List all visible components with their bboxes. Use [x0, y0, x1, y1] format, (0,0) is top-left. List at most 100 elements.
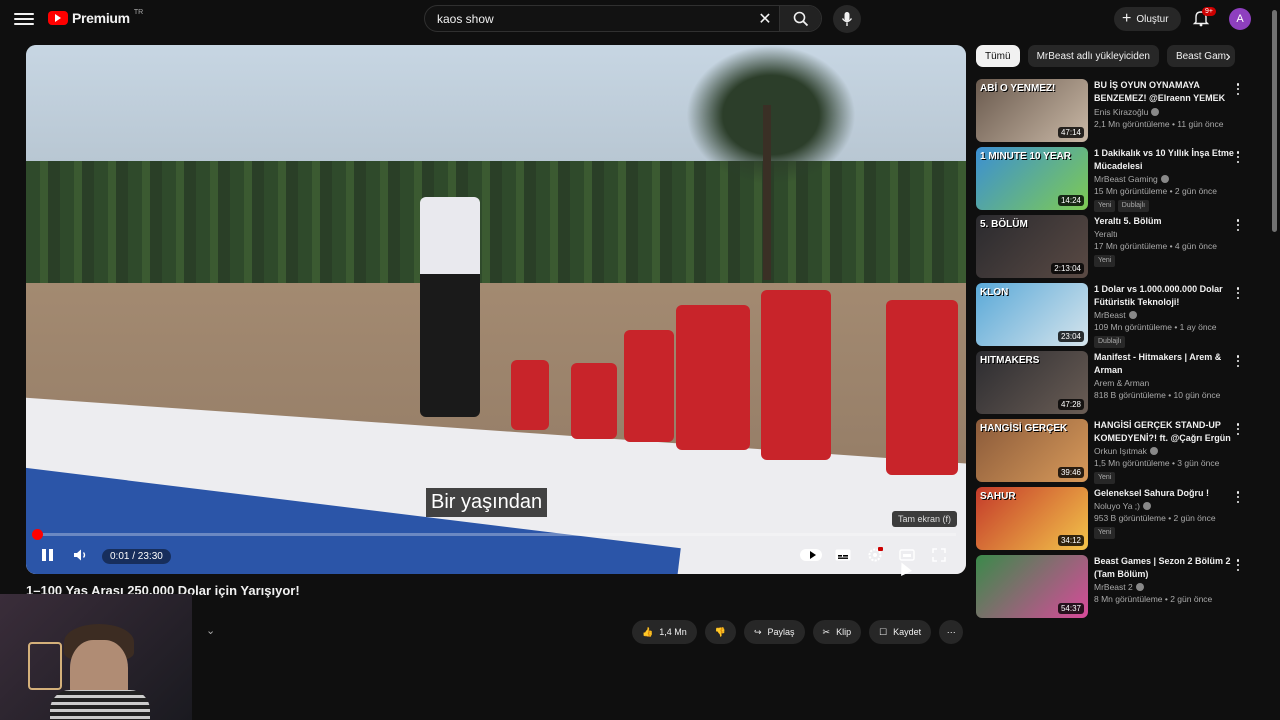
volume-button[interactable]	[68, 543, 94, 567]
recommendation-item[interactable]: SAHUR 34:12 Geleneksel Sahura Doğru ! No…	[976, 487, 1252, 552]
video-thumbnail[interactable]: 5. BÖLÜM 2:13:04	[976, 215, 1088, 278]
more-options-icon[interactable]	[1236, 287, 1240, 299]
video-meta: BU İŞ OYUN OYNAMAYA BENZEMEZ! @Elraenn Y…	[1094, 79, 1234, 144]
channel-name[interactable]: MrBeast 2	[1094, 582, 1133, 592]
more-options-icon[interactable]	[1236, 559, 1240, 571]
fullscreen-button[interactable]	[926, 543, 952, 567]
subscribe-menu-chevron-icon[interactable]: ⌄	[206, 624, 215, 637]
video-player[interactable]: Bir yaşından Tam ekran (f) 0:01 / 23:30	[26, 45, 966, 574]
video-stats: 2,1 Mn görüntüleme • 11 gün önce	[1094, 119, 1224, 130]
autoplay-toggle-icon	[800, 549, 822, 561]
video-title[interactable]: HANGİSİ GERÇEK STAND-UP KOMEDYENİ?! ft. …	[1094, 419, 1234, 445]
video-title[interactable]: Geleneksel Sahura Doğru !	[1094, 487, 1234, 500]
video-stats: 17 Mn görüntüleme • 4 gün önce	[1094, 241, 1218, 252]
chip-all[interactable]: Tümü	[976, 45, 1020, 67]
video-title[interactable]: Beast Games | Sezon 2 Bölüm 2 (Tam Bölüm…	[1094, 555, 1234, 581]
more-options-icon[interactable]	[1236, 491, 1240, 503]
share-icon: ↪	[753, 626, 762, 637]
video-frame-child	[511, 360, 549, 430]
chip-from-uploader[interactable]: MrBeast adlı yükleyiciden	[1027, 45, 1159, 67]
recommendation-item[interactable]: ABİ O YENMEZ! 47:14 BU İŞ OYUN OYNAMAYA …	[976, 79, 1252, 144]
channel-name[interactable]: Yeraltı	[1094, 229, 1118, 239]
channel-name[interactable]: MrBeast Gaming	[1094, 174, 1158, 184]
tag-row: Yeni	[1094, 470, 1234, 484]
autoplay-toggle[interactable]	[798, 543, 824, 567]
more-options-icon[interactable]	[1236, 219, 1240, 231]
video-title[interactable]: Yeraltı 5. Bölüm	[1094, 215, 1234, 228]
recommendation-item[interactable]: HITMAKERS 47:28 Manifest - Hitmakers | A…	[976, 351, 1252, 416]
search-input[interactable]	[425, 11, 751, 26]
account-avatar[interactable]: A	[1229, 8, 1251, 30]
video-thumbnail[interactable]: ABİ O YENMEZ! 47:14	[976, 79, 1088, 142]
more-options-icon[interactable]	[1236, 151, 1240, 163]
clear-search-icon[interactable]: ✕	[751, 9, 779, 29]
channel-name[interactable]: Noluyo Ya ;)	[1094, 501, 1140, 511]
recommendation-item[interactable]: 5. BÖLÜM 2:13:04 Yeraltı 5. Bölüm Yeralt…	[976, 215, 1252, 280]
share-button[interactable]: ↪ Paylaş	[743, 620, 805, 644]
settings-button[interactable]	[862, 543, 888, 567]
scrollbar-thumb[interactable]	[1272, 10, 1277, 232]
chevron-right-icon[interactable]: ›	[1220, 48, 1236, 66]
logo-text: Premium	[72, 10, 130, 26]
verified-icon	[1135, 583, 1144, 592]
video-stats: 109 Mn görüntüleme • 1 ay önce	[1094, 322, 1217, 333]
video-thumbnail[interactable]: KLON 23:04	[976, 283, 1088, 346]
channel-name[interactable]: Enis Kirazoğlu	[1094, 107, 1148, 117]
share-label: Paylaş	[767, 627, 795, 637]
youtube-premium-logo[interactable]: Premium TR	[48, 9, 143, 26]
recommendation-item[interactable]: 1 MINUTE 10 YEAR 14:24 1 Dakikalık vs 10…	[976, 147, 1252, 212]
save-button[interactable]: ☐ Kaydet	[869, 620, 932, 644]
channel-name[interactable]: MrBeast	[1094, 310, 1126, 320]
video-title[interactable]: Manifest - Hitmakers | Arem & Arman	[1094, 351, 1234, 377]
pause-button[interactable]	[34, 543, 60, 567]
thumbnail-caption: KLON	[980, 287, 1009, 298]
voice-search-button[interactable]	[833, 5, 861, 33]
channel-name[interactable]: Orkun Işıtmak	[1094, 446, 1147, 456]
thumbnail-caption: 5. BÖLÜM	[980, 219, 1028, 230]
tag-badge: Yeni	[1094, 199, 1116, 212]
subtitles-icon	[835, 549, 851, 561]
menu-icon[interactable]	[14, 10, 34, 28]
video-subtitle: Bir yaşından	[426, 488, 548, 517]
recommendation-item[interactable]: 54:37 Beast Games | Sezon 2 Bölüm 2 (Tam…	[976, 555, 1252, 620]
create-button[interactable]: + Oluştur	[1114, 7, 1181, 31]
thumbnail-caption: ABİ O YENMEZ!	[980, 83, 1056, 94]
dislike-button[interactable]: 👎	[704, 620, 736, 644]
search-button[interactable]	[779, 6, 821, 31]
recommendation-item[interactable]: HANGİSİ GERÇEK 39:46 HANGİSİ GERÇEK STAN…	[976, 419, 1252, 484]
like-button[interactable]: 👍 1,4 Mn	[632, 620, 697, 644]
video-title[interactable]: 1 Dakikalık vs 10 Yıllık İnşa Etme Mücad…	[1094, 147, 1234, 173]
progress-scrubber[interactable]	[31, 529, 43, 540]
video-stats: 953 B görüntüleme • 2 gün önce	[1094, 513, 1216, 524]
pause-icon	[41, 549, 53, 561]
recommendation-item[interactable]: KLON 23:04 1 Dolar vs 1.000.000.000 Dola…	[976, 283, 1252, 348]
video-thumbnail[interactable]: 54:37	[976, 555, 1088, 618]
channel-name[interactable]: Arem & Arman	[1094, 378, 1149, 388]
subtitles-button[interactable]	[830, 543, 856, 567]
verified-icon	[1160, 175, 1169, 184]
more-options-icon[interactable]	[1236, 83, 1240, 95]
video-frame-child	[676, 305, 750, 450]
duration-badge: 47:14	[1057, 127, 1084, 138]
video-meta: 1 Dakikalık vs 10 Yıllık İnşa Etme Mücad…	[1094, 147, 1234, 212]
video-thumbnail[interactable]: HANGİSİ GERÇEK 39:46	[976, 419, 1088, 482]
more-options-icon[interactable]	[1236, 423, 1240, 435]
progress-bar[interactable]	[31, 529, 956, 540]
clip-button[interactable]: ✂ Klip	[812, 620, 862, 644]
duration-badge: 14:24	[1057, 195, 1084, 206]
channel-line: Arem & Arman	[1094, 377, 1234, 389]
video-title[interactable]: 1 Dolar vs 1.000.000.000 Dolar Fütüristi…	[1094, 283, 1234, 309]
search-icon	[793, 11, 808, 26]
notification-badge: 9+	[1202, 7, 1216, 16]
more-options-icon[interactable]	[1236, 355, 1240, 367]
video-thumbnail[interactable]: SAHUR 34:12	[976, 487, 1088, 550]
video-thumbnail[interactable]: HITMAKERS 47:28	[976, 351, 1088, 414]
more-actions-button[interactable]: ⋯	[939, 620, 964, 644]
notifications-button[interactable]: 9+	[1192, 7, 1216, 29]
duration-badge: 34:12	[1057, 535, 1084, 546]
video-thumbnail[interactable]: 1 MINUTE 10 YEAR 14:24	[976, 147, 1088, 210]
scissors-icon: ✂	[822, 626, 831, 637]
channel-line: MrBeast	[1094, 309, 1234, 321]
thumbnail-caption: SAHUR	[980, 491, 1016, 502]
video-title[interactable]: BU İŞ OYUN OYNAMAYA BENZEMEZ! @Elraenn Y…	[1094, 79, 1234, 106]
